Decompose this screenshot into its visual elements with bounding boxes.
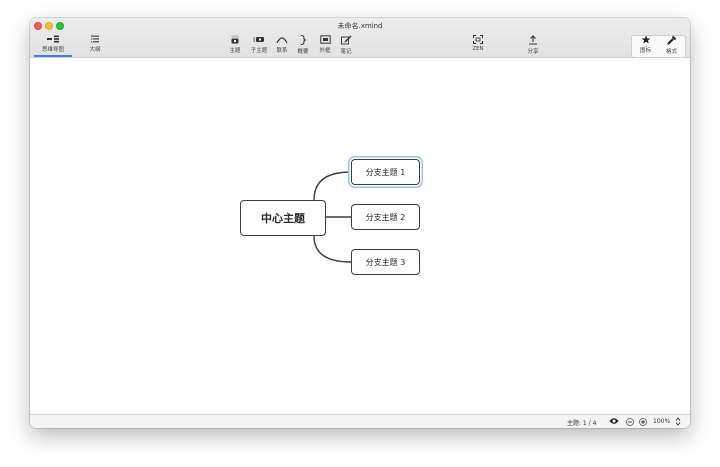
subtopic-button[interactable]: 子主题	[247, 35, 271, 57]
relationship-button[interactable]: 联系	[273, 35, 291, 57]
format-brush-icon	[667, 35, 676, 45]
zen-fullscreen-icon	[473, 35, 483, 44]
central-topic[interactable]: 中心主题	[240, 200, 326, 236]
notes-button-label: 笔记	[340, 49, 352, 55]
zen-mode-button[interactable]: ZEN	[468, 35, 488, 57]
zoom-level[interactable]: 100%	[653, 418, 670, 425]
format-panel-button[interactable]: 格式	[659, 35, 684, 57]
status-bar: 主题: 1 / 4 100%	[30, 414, 690, 428]
tab-mindmap[interactable]: 思维导图	[34, 35, 72, 57]
minus-circle-icon	[626, 417, 634, 426]
zen-button-label: ZEN	[472, 46, 484, 52]
share-button[interactable]: 分享	[523, 35, 543, 57]
topic-count: 主题: 1 / 4	[567, 420, 597, 427]
window-title: 未命名.xmind	[337, 22, 383, 30]
titlebar: 未命名.xmind 思维导图 大纲 主题 子主题 联系 概要 外框 笔记 ZEN…	[30, 18, 690, 58]
boundary-icon	[319, 35, 331, 44]
summary-brace-icon	[300, 35, 307, 45]
topic-icon	[231, 35, 239, 44]
summary-button[interactable]: 概要	[293, 35, 313, 57]
subtopic-icon	[253, 37, 264, 42]
summary-button-label: 概要	[297, 49, 309, 55]
tab-outline-label: 大纲	[89, 47, 101, 53]
zoom-out-button[interactable]	[626, 417, 634, 428]
mindmap-icon	[47, 35, 59, 43]
notes-button[interactable]: 笔记	[336, 35, 356, 57]
plus-circle-icon	[639, 417, 647, 426]
subtopic-button-label: 子主题	[250, 48, 268, 54]
relationship-button-label: 联系	[276, 48, 288, 54]
icons-panel-button[interactable]: 图标	[633, 35, 658, 57]
tab-outline[interactable]: 大纲	[85, 35, 105, 57]
notes-pencil-icon	[340, 35, 351, 45]
desktop-background: 未命名.xmind 思维导图 大纲 主题 子主题 联系 概要 外框 笔记 ZEN…	[0, 0, 720, 467]
branch-topic-2[interactable]: 分支主题 2	[351, 204, 420, 230]
boundary-button-label: 外框	[319, 48, 331, 54]
zoom-in-button[interactable]	[639, 417, 647, 428]
relationship-icon	[276, 37, 288, 44]
topic-button-label: 主题	[229, 48, 241, 54]
star-icon	[641, 35, 650, 44]
outline-icon	[91, 35, 99, 43]
branch-topic-1[interactable]: 分支主题 1	[351, 159, 420, 185]
boundary-button[interactable]: 外框	[315, 35, 335, 57]
share-button-label: 分享	[527, 49, 539, 55]
tab-mindmap-label: 思维导图	[41, 47, 64, 53]
share-icon	[529, 35, 537, 45]
format-button-label: 格式	[665, 49, 677, 55]
branch-topic-3[interactable]: 分支主题 3	[351, 249, 420, 275]
topic-button[interactable]: 主题	[225, 35, 245, 57]
eye-icon[interactable]	[609, 417, 619, 427]
branch-connectors	[313, 171, 352, 263]
mindmap-canvas[interactable]: 中心主题 分支主题 1 分支主题 2 分支主题 3	[30, 58, 690, 414]
zoom-stepper-icon[interactable]	[675, 417, 681, 428]
app-window: 未命名.xmind 思维导图 大纲 主题 子主题 联系 概要 外框 笔记 ZEN…	[30, 18, 690, 428]
icons-button-label: 图标	[639, 48, 651, 54]
